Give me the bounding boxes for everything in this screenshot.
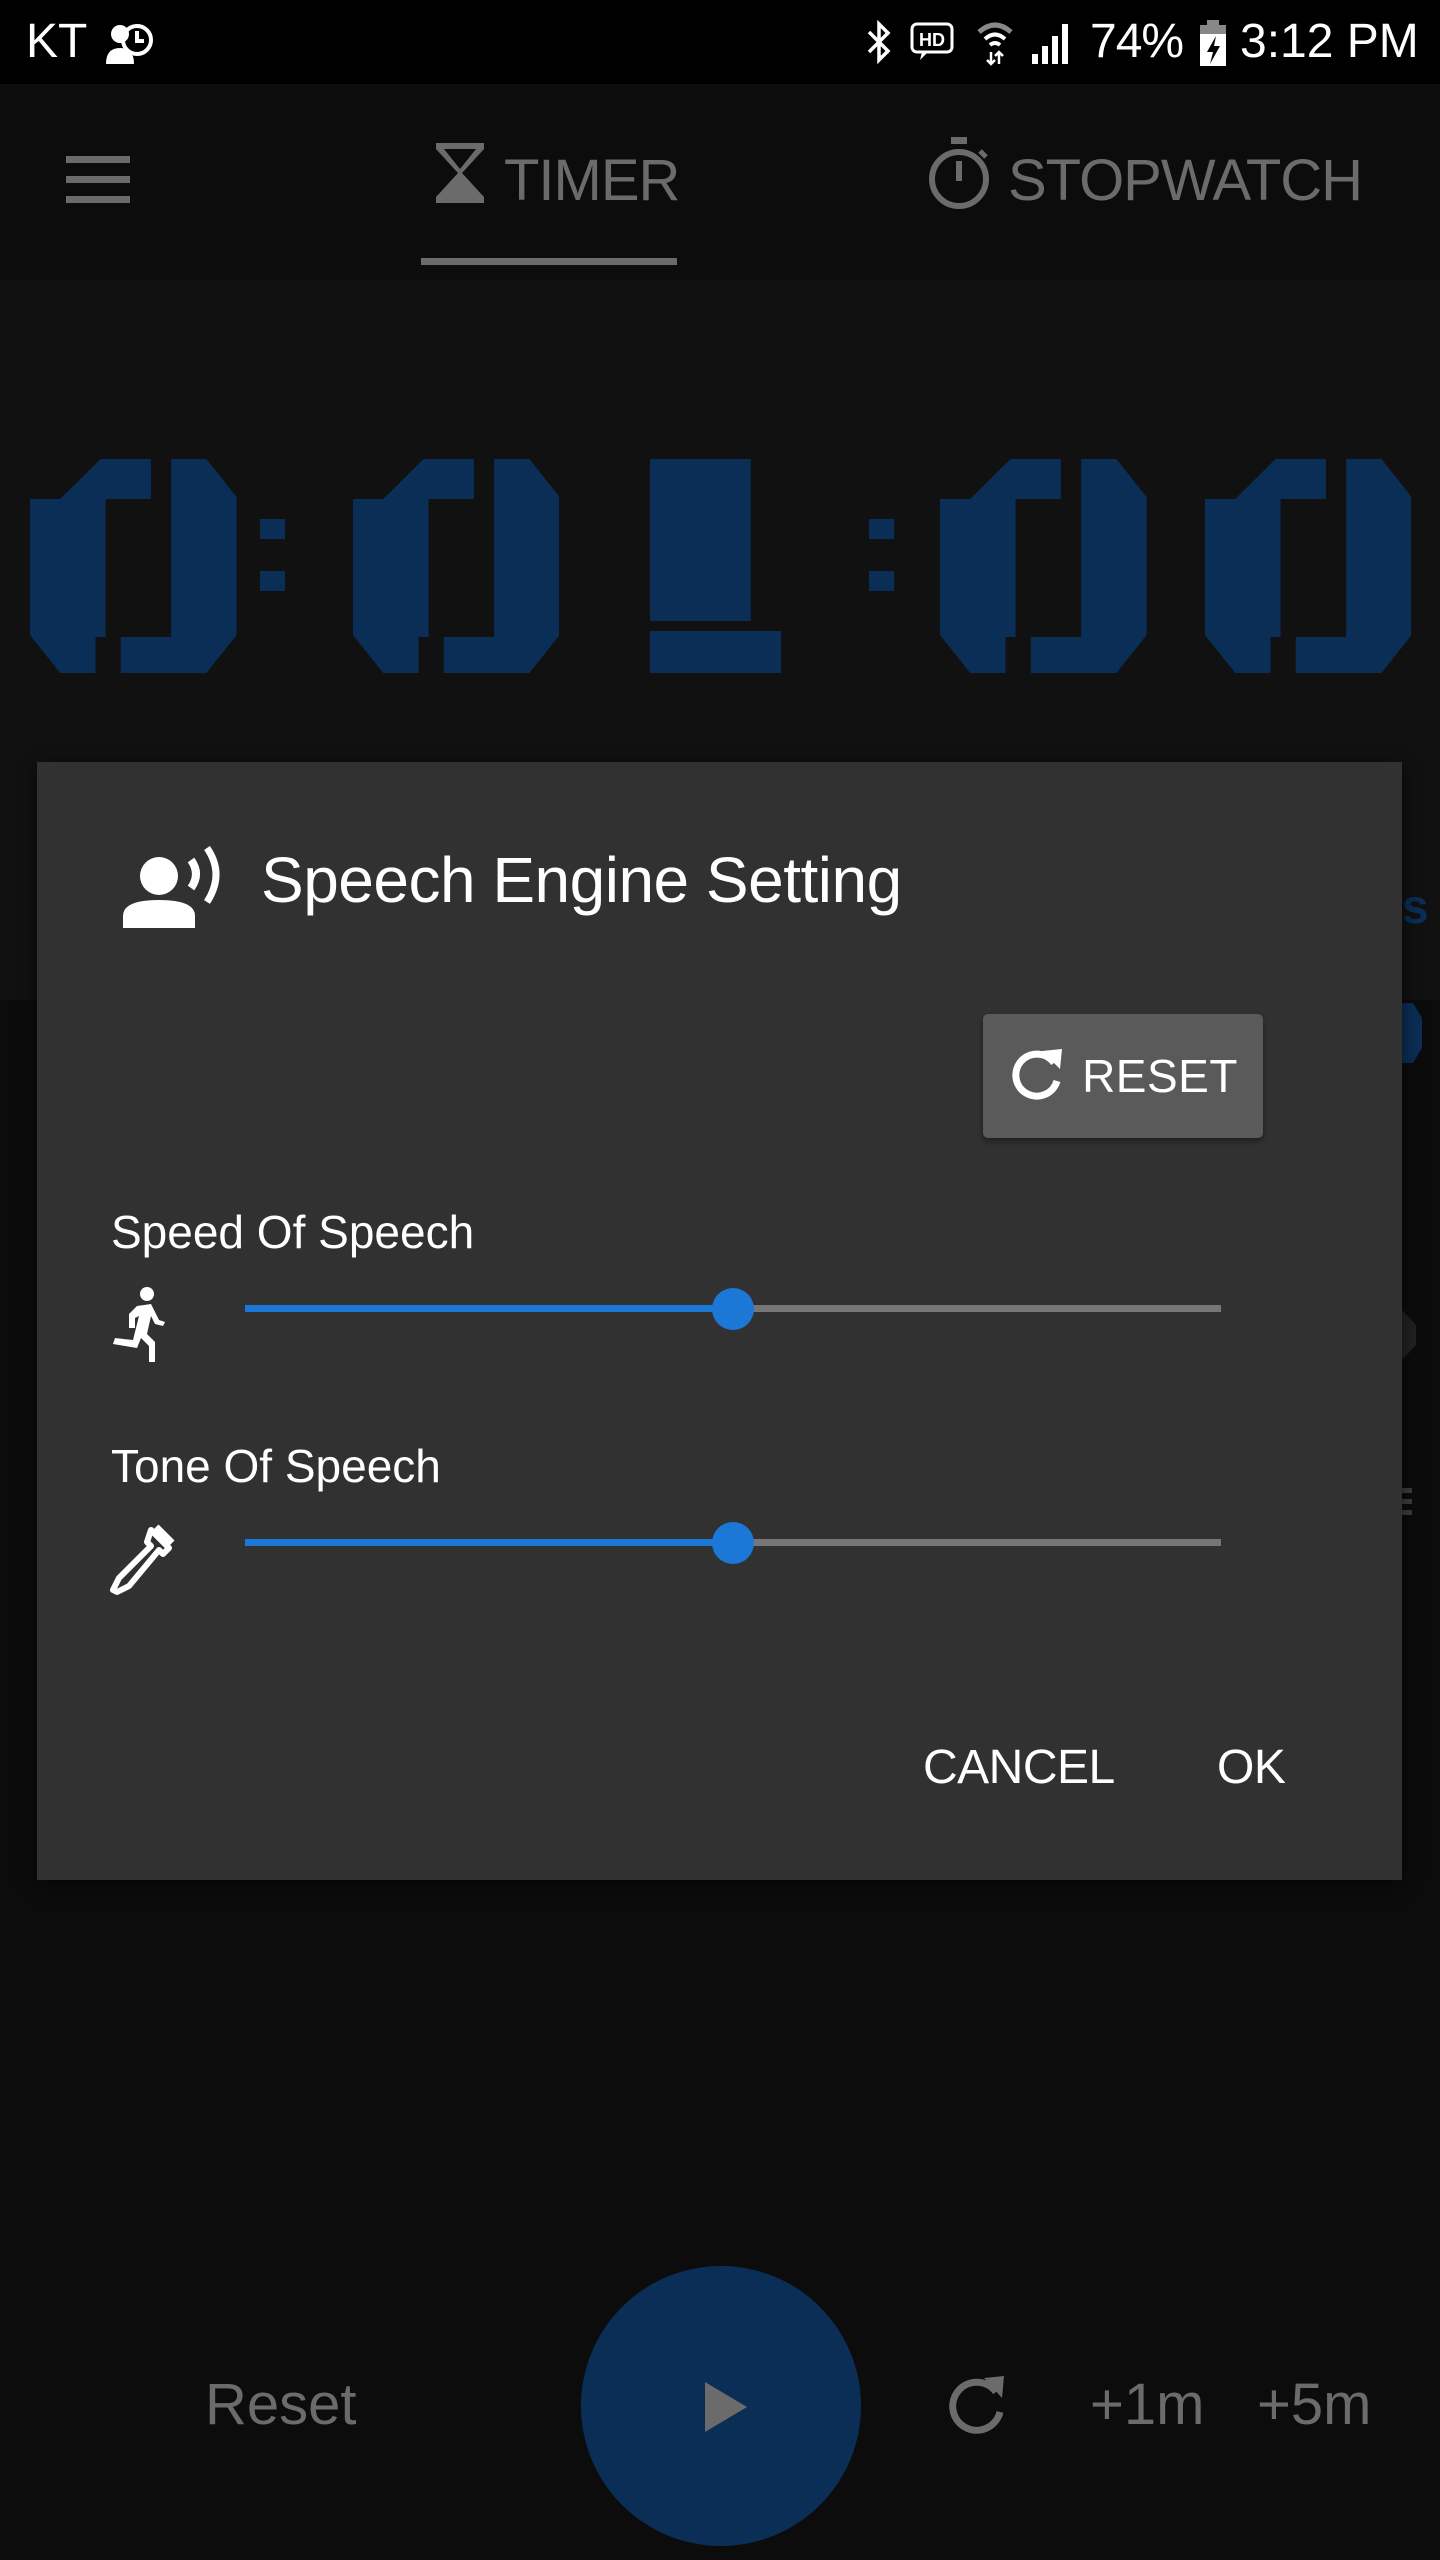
speed-of-speech-label: Speed Of Speech xyxy=(111,1206,475,1258)
dialog-title: Speech Engine Setting xyxy=(261,844,902,916)
stopwatch-icon xyxy=(926,135,992,225)
refresh-icon xyxy=(1008,1045,1066,1108)
battery-percent: 74% xyxy=(1090,15,1184,68)
timer-digit xyxy=(1204,459,1412,673)
timer-digit xyxy=(352,459,560,673)
reset-timer-button[interactable]: Reset xyxy=(205,2370,357,2440)
running-person-icon xyxy=(107,1286,177,1362)
voice-speaking-icon xyxy=(121,836,231,932)
slider-thumb[interactable] xyxy=(712,1522,754,1564)
timer-digit xyxy=(30,459,237,673)
tab-timer[interactable]: TIMER xyxy=(432,141,680,219)
svg-text:HD: HD xyxy=(919,30,945,50)
tab-label: TIMER xyxy=(504,147,680,213)
list-icon xyxy=(1402,1488,1412,1518)
hamburger-icon[interactable] xyxy=(66,156,130,204)
user-clock-icon xyxy=(104,18,154,68)
timer-display[interactable] xyxy=(0,459,1440,673)
background-peek-letter: s xyxy=(1402,881,1429,934)
ok-button[interactable]: OK xyxy=(1217,1738,1286,1798)
tab-label: STOPWATCH xyxy=(1008,147,1363,213)
timer-controls: Reset +1m +5m xyxy=(0,2200,1440,2560)
add-5-minutes-button[interactable]: +5m xyxy=(1257,2370,1371,2440)
reset-settings-button[interactable]: RESET xyxy=(983,1014,1263,1138)
tab-stopwatch[interactable]: STOPWATCH xyxy=(926,137,1363,216)
add-1-minute-button[interactable]: +1m xyxy=(1090,2370,1204,2440)
refresh-icon[interactable] xyxy=(944,2372,1010,2438)
timer-digit xyxy=(939,459,1147,673)
dialog-actions: CANCEL OK xyxy=(37,1680,1402,1880)
eyedropper-icon xyxy=(107,1522,177,1598)
wifi-icon xyxy=(975,18,1015,66)
reset-label: RESET xyxy=(1082,1050,1238,1102)
cancel-button[interactable]: CANCEL xyxy=(923,1738,1115,1798)
hourglass-icon xyxy=(432,141,488,219)
slider-fill xyxy=(245,1539,733,1546)
background-peek-shape xyxy=(1402,1003,1422,1063)
hd-voice-icon: HD xyxy=(910,22,954,64)
status-bar: KT HD 74% 3:12 PM xyxy=(0,0,1440,84)
gear-icon xyxy=(1402,1310,1416,1360)
speed-of-speech-slider[interactable] xyxy=(245,1287,1221,1331)
timer-digit xyxy=(650,459,782,673)
tone-of-speech-label: Tone Of Speech xyxy=(111,1440,441,1492)
battery-charging-icon xyxy=(1198,20,1228,66)
carrier-label: KT xyxy=(26,15,88,68)
slider-fill xyxy=(245,1305,733,1312)
play-icon xyxy=(705,2382,747,2432)
timer-separator xyxy=(869,459,895,673)
timer-separator xyxy=(259,459,285,673)
slider-thumb[interactable] xyxy=(712,1288,754,1330)
speech-engine-dialog: Speech Engine Setting RESET Speed Of Spe… xyxy=(37,762,1402,1880)
bluetooth-icon xyxy=(866,19,892,65)
play-button[interactable] xyxy=(581,2266,861,2546)
active-tab-indicator xyxy=(421,258,677,265)
signal-icon xyxy=(1030,22,1074,64)
app-header: TIMER STOPWATCH xyxy=(0,84,1440,280)
clock-time: 3:12 PM xyxy=(1240,15,1419,68)
tone-of-speech-slider[interactable] xyxy=(245,1521,1221,1565)
